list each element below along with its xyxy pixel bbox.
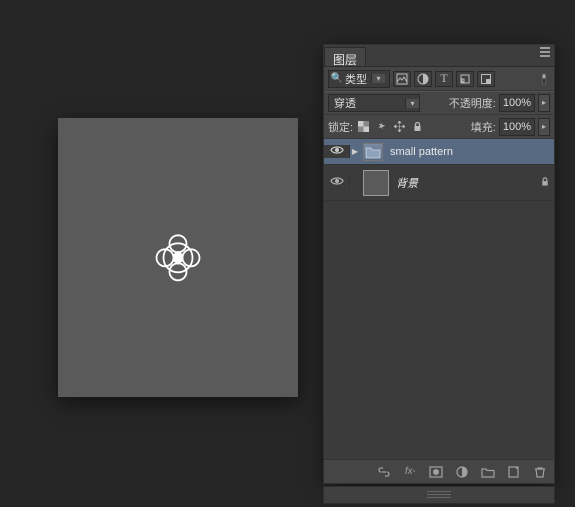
filter-type-select[interactable]: 🔍 类型 ▾ (328, 70, 390, 88)
fill-value[interactable]: 100% (499, 118, 535, 136)
visibility-toggle-icon[interactable] (324, 145, 350, 158)
layer-row-group[interactable]: ▶ small pattern (324, 139, 554, 165)
layer-style-button[interactable]: fx▫ (402, 464, 418, 480)
grip-icon (427, 491, 451, 499)
filter-pixel-icon[interactable] (393, 71, 411, 87)
panel-menu-button[interactable] (538, 47, 552, 61)
lock-all-icon[interactable] (410, 119, 425, 135)
layers-panel-footer: fx▫ (324, 459, 554, 483)
lock-label: 锁定: (328, 119, 353, 135)
layers-panel: 图层 🔍 类型 ▾ T 穿透 ▾ (323, 44, 555, 484)
new-adjustment-icon[interactable] (454, 464, 470, 480)
search-icon: 🔍 (329, 73, 345, 84)
panel-tabbar: 图层 (324, 45, 554, 67)
delete-layer-icon[interactable] (532, 464, 548, 480)
lock-position-icon[interactable] (392, 119, 407, 135)
filter-adjustment-icon[interactable] (414, 71, 432, 87)
document-window[interactable] (58, 118, 298, 397)
filter-toggle-switch[interactable] (538, 71, 550, 87)
link-layers-icon[interactable] (376, 464, 392, 480)
lock-indicator-icon (536, 176, 554, 190)
collapsed-panel-grip[interactable] (323, 486, 555, 504)
blend-mode-select[interactable]: 穿透 ▾ (328, 94, 420, 112)
layer-thumbnail (363, 170, 389, 196)
canvas[interactable] (58, 118, 298, 397)
layer-name[interactable]: small pattern (386, 146, 554, 158)
filter-shape-icon[interactable] (456, 71, 474, 87)
lock-pixels-icon[interactable] (374, 119, 389, 135)
canvas-artwork (148, 226, 208, 286)
new-layer-icon[interactable] (506, 464, 522, 480)
fill-scrubber-icon[interactable]: ▸ (538, 118, 550, 136)
layer-filter-row: 🔍 类型 ▾ T (324, 67, 554, 91)
chevron-down-icon: ▾ (405, 99, 419, 108)
new-group-icon[interactable] (480, 464, 496, 480)
layer-row-background[interactable]: 背景 (324, 165, 554, 201)
opacity-scrubber-icon[interactable]: ▸ (538, 94, 550, 112)
visibility-toggle-icon[interactable] (324, 176, 350, 189)
opacity-label: 不透明度: (449, 95, 496, 111)
group-folder-icon (363, 143, 383, 161)
layer-name[interactable]: 背景 (392, 175, 536, 191)
filter-type-icon[interactable]: T (435, 71, 453, 87)
layers-list: ▶ small pattern 背景 (324, 139, 554, 459)
expand-toggle-icon[interactable]: ▶ (350, 147, 360, 156)
filter-smartobject-icon[interactable] (477, 71, 495, 87)
add-mask-icon[interactable] (428, 464, 444, 480)
lock-transparency-icon[interactable] (356, 119, 371, 135)
blend-opacity-row: 穿透 ▾ 不透明度: 100% ▸ (324, 91, 554, 115)
tab-layers[interactable]: 图层 (324, 47, 366, 66)
chevron-down-icon: ▾ (371, 74, 385, 83)
opacity-value[interactable]: 100% (499, 94, 535, 112)
fill-label: 填充: (471, 119, 496, 135)
lock-fill-row: 锁定: 填充: 100% ▸ (324, 115, 554, 139)
